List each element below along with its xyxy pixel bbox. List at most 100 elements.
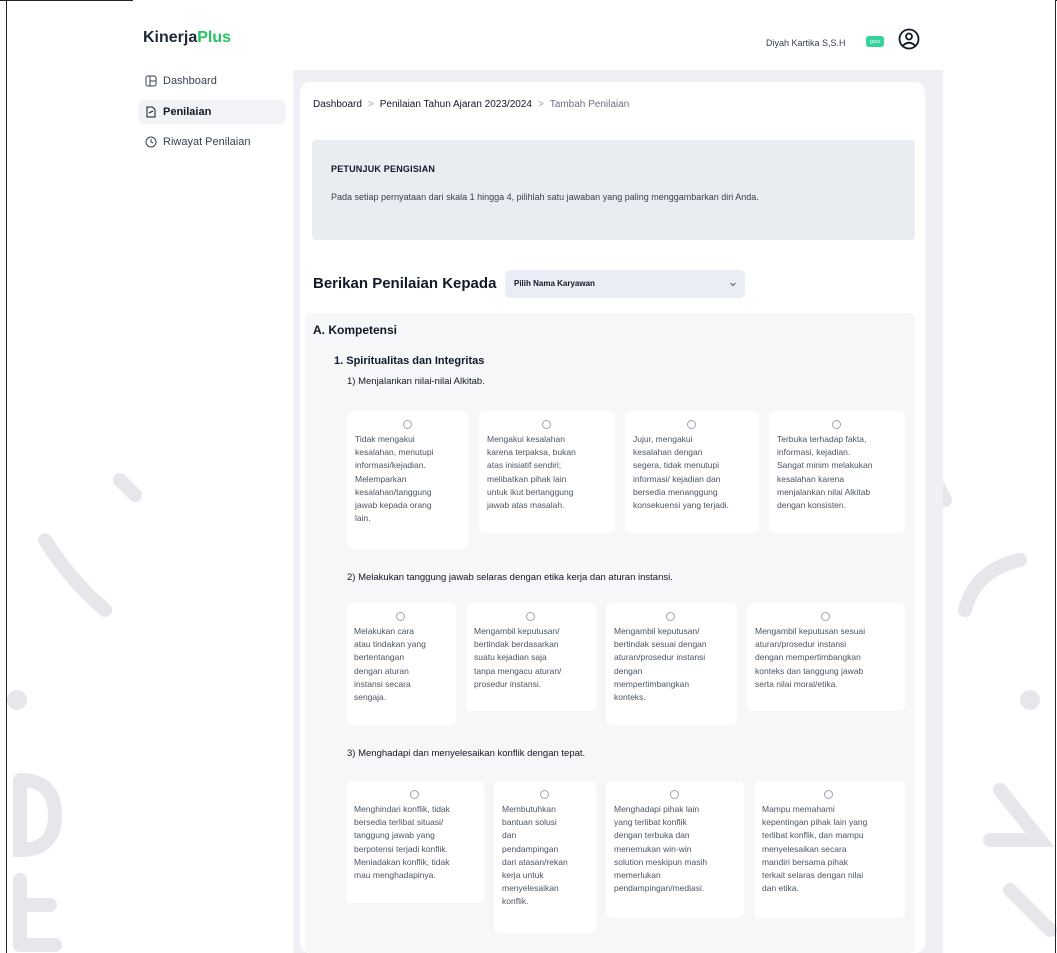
- answer-option[interactable]: Menghindari konflik, tidak bersedia terli…: [346, 781, 484, 903]
- option-text: Jujur, mengakui kesalahan dengan segera, t…: [633, 433, 729, 512]
- radio-button[interactable]: [396, 612, 405, 621]
- radio-button[interactable]: [540, 790, 549, 799]
- option-text: Tidak mengakui kesalahan, menutupi informa…: [355, 433, 433, 525]
- option-text-line: mau menghadapinya.: [354, 870, 436, 881]
- option-text-line: tanggung jawab yang: [354, 830, 435, 841]
- option-text-line: konteks dan tanggung jawab: [755, 665, 864, 676]
- option-text-line: Mengambil keputusan sesuai: [755, 626, 866, 636]
- option-text-line: dengan konsisten.: [777, 500, 846, 511]
- answer-option[interactable]: Tidak mengakui kesalahan, menutupi informa…: [347, 411, 468, 549]
- option-text-line: bertindak berdasarkan: [474, 639, 559, 650]
- option-text: Mampu memahami kepentingan pihak lain yan…: [762, 803, 867, 895]
- option-text-line: konteks.: [614, 692, 646, 703]
- breadcrumb-separator-icon: >: [367, 99, 374, 110]
- option-text-line: Melemparkan: [355, 473, 407, 484]
- answer-option[interactable]: Mengambil keputusan/bertindak sesuai den…: [606, 603, 737, 725]
- answer-option[interactable]: Mengambil keputusan sesuai aturan/prosedu…: [747, 603, 905, 711]
- sidebar-item-penilaian[interactable]: Penilaian: [138, 100, 286, 124]
- breadcrumb-item-penilaian[interactable]: Penilaian Tahun Ajaran 2023/2024: [380, 99, 532, 110]
- logo-main-text: Kinerja: [143, 29, 198, 46]
- instructions-title: PETUNJUK PENGISIAN: [331, 164, 436, 174]
- answer-option[interactable]: Jujur, mengakui kesalahan dengan segera, t…: [625, 411, 759, 533]
- radio-button[interactable]: [410, 790, 419, 799]
- option-text-line: kerja untuk: [502, 870, 544, 881]
- answer-option[interactable]: Terbuka terhadap fakta, informasi, kejadi…: [769, 411, 905, 533]
- chevron-down-icon: [730, 282, 736, 287]
- option-text: Mengambil keputusan/bertindak berdasarka…: [474, 625, 561, 691]
- answer-option[interactable]: Mengakui kesalahan karena terpaksa, bukan…: [479, 411, 615, 533]
- sidebar-item-label: Penilaian: [163, 106, 212, 118]
- option-text-line: kesalahan/tanggung: [355, 486, 432, 497]
- radio-button[interactable]: [542, 420, 551, 429]
- answer-option[interactable]: Membutuhkan bantuan solusi dan pendampingan…: [494, 781, 596, 933]
- logo-accent-text: Plus: [197, 29, 232, 46]
- document-icon: [145, 106, 157, 118]
- radio-button[interactable]: [670, 790, 679, 799]
- option-text-line: Melakukan cara: [354, 626, 415, 636]
- option-text-line: aturan/prosedur instansi: [614, 652, 706, 663]
- radio-button[interactable]: [821, 612, 830, 621]
- dashboard-icon: [145, 75, 157, 87]
- option-text-line: dan etika.: [762, 883, 799, 894]
- option-text-line: Membutuhkan: [502, 804, 556, 814]
- option-text-line: kesalahan dengan: [633, 447, 703, 458]
- answer-option[interactable]: Menghadapi pihak lain yang terlibat konfl…: [606, 781, 744, 918]
- radio-button[interactable]: [832, 420, 841, 429]
- option-text-line: memerlukan: [614, 870, 661, 881]
- sidebar: [133, 0, 293, 404]
- sidebar-item-dashboard[interactable]: Dashboard: [138, 69, 286, 93]
- radio-button[interactable]: [526, 612, 535, 621]
- option-text-line: menemukan win-win: [614, 843, 692, 854]
- breadcrumb: Dashboard > Penilaian Tahun Ajaran 2023/20…: [313, 99, 629, 110]
- frame-left-border: [6, 0, 7, 953]
- option-text-line: Menghadapi pihak lain: [614, 804, 700, 814]
- radio-button[interactable]: [824, 790, 833, 799]
- instructions-text: Pada setiap pernyataan dari skala 1 hing…: [331, 192, 759, 202]
- option-text-line: Mengambil keputusan/: [474, 626, 560, 636]
- option-text: Membutuhkan bantuan solusi dan pendampingan…: [502, 803, 568, 909]
- option-text-line: segera, tidak menutupi: [633, 460, 719, 471]
- question-title: 1) Menjalankan nilai-nilai Alkitab.: [347, 376, 485, 387]
- employee-select[interactable]: Pilih Nama Karyawan: [505, 270, 745, 298]
- option-text-line: karena terpaksa, bukan: [487, 447, 576, 458]
- option-text-line: Mampu memahami: [762, 804, 835, 814]
- option-text-line: prosedur instansi.: [474, 678, 542, 689]
- option-text-line: informasi, kejadian.: [777, 447, 851, 458]
- option-text-line: Menghindari konflik, tidak: [354, 804, 450, 814]
- option-text-line: pendampingan/mediasi.: [614, 883, 705, 894]
- option-text-line: dengan mempertimbangkan: [755, 652, 861, 663]
- answer-option[interactable]: Melakukan cara atau tindakan yang bertenta…: [346, 603, 456, 725]
- option-text-line: konsekuensi yang terjadi.: [633, 500, 729, 511]
- option-text-line: konflik.: [502, 896, 529, 907]
- option-text: Terbuka terhadap fakta, informasi, kejadi…: [777, 433, 872, 512]
- option-text-line: terlibat konflik, dan mampu: [762, 830, 864, 841]
- option-text: Menghadapi pihak lain yang terlibat konfl…: [614, 803, 707, 895]
- top-bar: [293, 0, 1055, 70]
- question-title: 3) Menghadapi dan menyelesaikan konflik …: [347, 748, 586, 759]
- radio-button[interactable]: [687, 420, 696, 429]
- option-text-line: menjalankan nilai Alkitab: [777, 486, 871, 497]
- assessment-target-label: Berikan Penilaian Kepada: [313, 275, 497, 292]
- answer-option[interactable]: Mampu memahami kepentingan pihak lain yan…: [754, 781, 905, 918]
- option-text-line: untuk ikut bertanggung: [487, 486, 574, 497]
- radio-button[interactable]: [403, 420, 412, 429]
- option-text-line: bertentangan: [354, 652, 405, 663]
- answer-option[interactable]: Mengambil keputusan/bertindak berdasarka…: [466, 603, 596, 711]
- user-circle-icon[interactable]: [898, 28, 920, 50]
- breadcrumb-item-current: Tambah Penilaian: [549, 99, 630, 110]
- breadcrumb-item-dashboard[interactable]: Dashboard: [313, 99, 362, 110]
- option-text-line: dengan: [614, 665, 643, 676]
- option-text-line: sengaja.: [354, 692, 387, 703]
- option-text-line: Terbuka terhadap fakta,: [777, 434, 867, 444]
- option-text-line: bersedia terlibat situasi/: [354, 817, 444, 828]
- sidebar-item-riwayat[interactable]: Riwayat Penilaian: [138, 130, 286, 154]
- option-text-line: yang terlibat konflik: [614, 817, 687, 828]
- option-text: Menghindari konflik, tidak bersedia terli…: [354, 803, 450, 882]
- option-text-line: dengan terbuka dan: [614, 830, 690, 841]
- employee-select-value: Pilih Nama Karyawan: [514, 279, 595, 288]
- option-text-line: pendampingan: [502, 843, 559, 854]
- option-text: Mengakui kesalahan karena terpaksa, bukan…: [487, 433, 576, 512]
- option-text-line: suatu kejadian saja: [474, 652, 547, 663]
- radio-button[interactable]: [666, 612, 675, 621]
- app-logo[interactable]: KinerjaPlus: [143, 29, 231, 47]
